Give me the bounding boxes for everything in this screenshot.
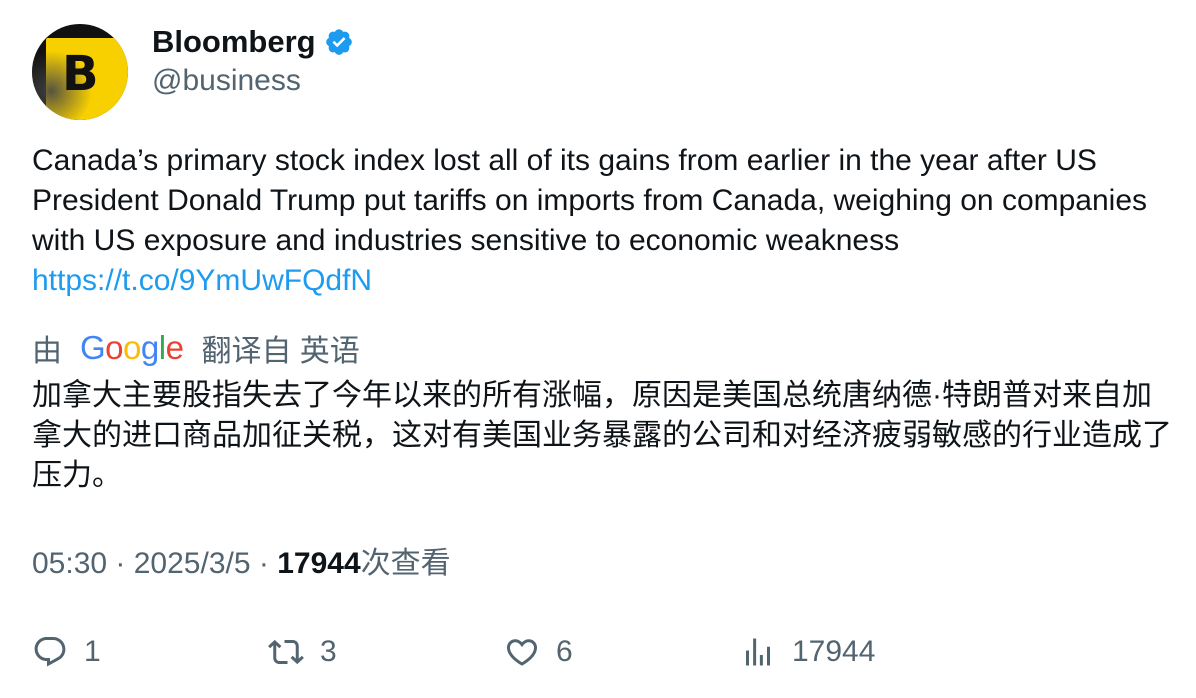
translation-prefix: 由: [32, 335, 62, 368]
verified-badge-icon[interactable]: [324, 27, 354, 57]
like-icon: [506, 639, 538, 666]
translation-suffix[interactable]: 翻译自 英语: [201, 326, 359, 370]
tweet-meta: 05:30 · 2025/3/5 · 17944次查看: [32, 544, 451, 584]
meta-separator: ·: [107, 547, 134, 580]
like-button[interactable]: 6: [504, 630, 573, 674]
tweet-text: Canada’s primary stock index lost all of…: [32, 141, 1172, 301]
views-action-count: 17944: [792, 635, 876, 668]
views-count: 17944: [277, 547, 361, 580]
translation-attribution: 由 Google 翻译自 英语: [32, 326, 360, 370]
retweet-count: 3: [320, 635, 337, 668]
tweet-time[interactable]: 05:30: [32, 547, 107, 580]
tweet: B Bloomberg @business Canada’s primary s…: [0, 0, 1196, 698]
author-display-name[interactable]: Bloomberg: [152, 22, 316, 62]
like-count: 6: [556, 635, 573, 668]
translated-text: 加拿大主要股指失去了今年以来的所有涨幅，原因是美国总统唐纳德·特朗普对来自加拿大…: [32, 379, 1172, 492]
reply-button[interactable]: 1: [32, 630, 101, 674]
views-button[interactable]: 17944: [740, 630, 875, 674]
views-icon: [746, 638, 770, 666]
retweet-button[interactable]: 3: [268, 630, 337, 674]
retweet-icon: [268, 639, 304, 665]
action-bar: 1 3 6 17944: [0, 630, 1196, 674]
tweet-body: Canada’s primary stock index lost all of…: [32, 144, 1148, 257]
meta-separator: ·: [250, 547, 278, 580]
tweet-link[interactable]: https://t.co/9YmUwFQdfN: [32, 261, 1172, 301]
google-logo: Google: [80, 329, 184, 366]
tweet-date[interactable]: 2025/3/5: [134, 547, 251, 580]
author-handle[interactable]: @business: [152, 62, 301, 100]
reply-count: 1: [84, 635, 101, 668]
reply-icon: [34, 637, 66, 667]
views-label: 次查看: [360, 547, 451, 580]
avatar[interactable]: B: [32, 24, 128, 120]
author-name-row: Bloomberg: [152, 22, 354, 62]
avatar-letter: B: [62, 46, 99, 102]
